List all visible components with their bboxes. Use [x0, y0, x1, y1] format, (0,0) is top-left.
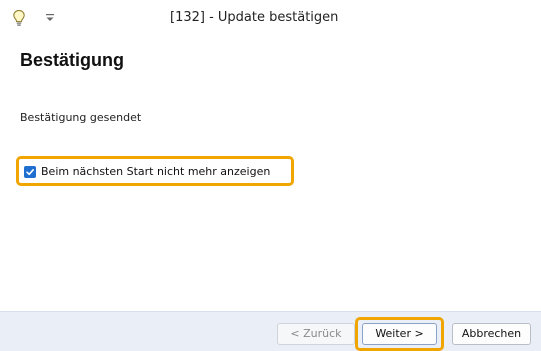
back-button[interactable]: < Zurück [277, 323, 355, 345]
next-button[interactable]: Weiter > [362, 323, 437, 345]
checkmark-icon [26, 169, 34, 176]
status-message: Bestätigung gesendet [20, 111, 142, 124]
page-title: Bestätigung [20, 50, 125, 70]
dialog-window: [132] - Update bestätigen Bestätigung Be… [0, 0, 541, 351]
title-bar: [132] - Update bestätigen [0, 0, 541, 34]
dont-show-again-checkbox[interactable] [24, 166, 36, 178]
button-bar: < Zurück Weiter > Abbrechen [0, 311, 541, 351]
checkbox-label: Beim nächsten Start nicht mehr anzeigen [41, 165, 271, 178]
window-title: [132] - Update bestätigen [170, 10, 339, 25]
dont-show-again-option[interactable]: Beim nächsten Start nicht mehr anzeigen [24, 164, 270, 180]
lightbulb-icon [12, 9, 26, 27]
quick-access-dropdown-icon[interactable] [44, 9, 56, 25]
cancel-button[interactable]: Abbrechen [452, 323, 531, 345]
